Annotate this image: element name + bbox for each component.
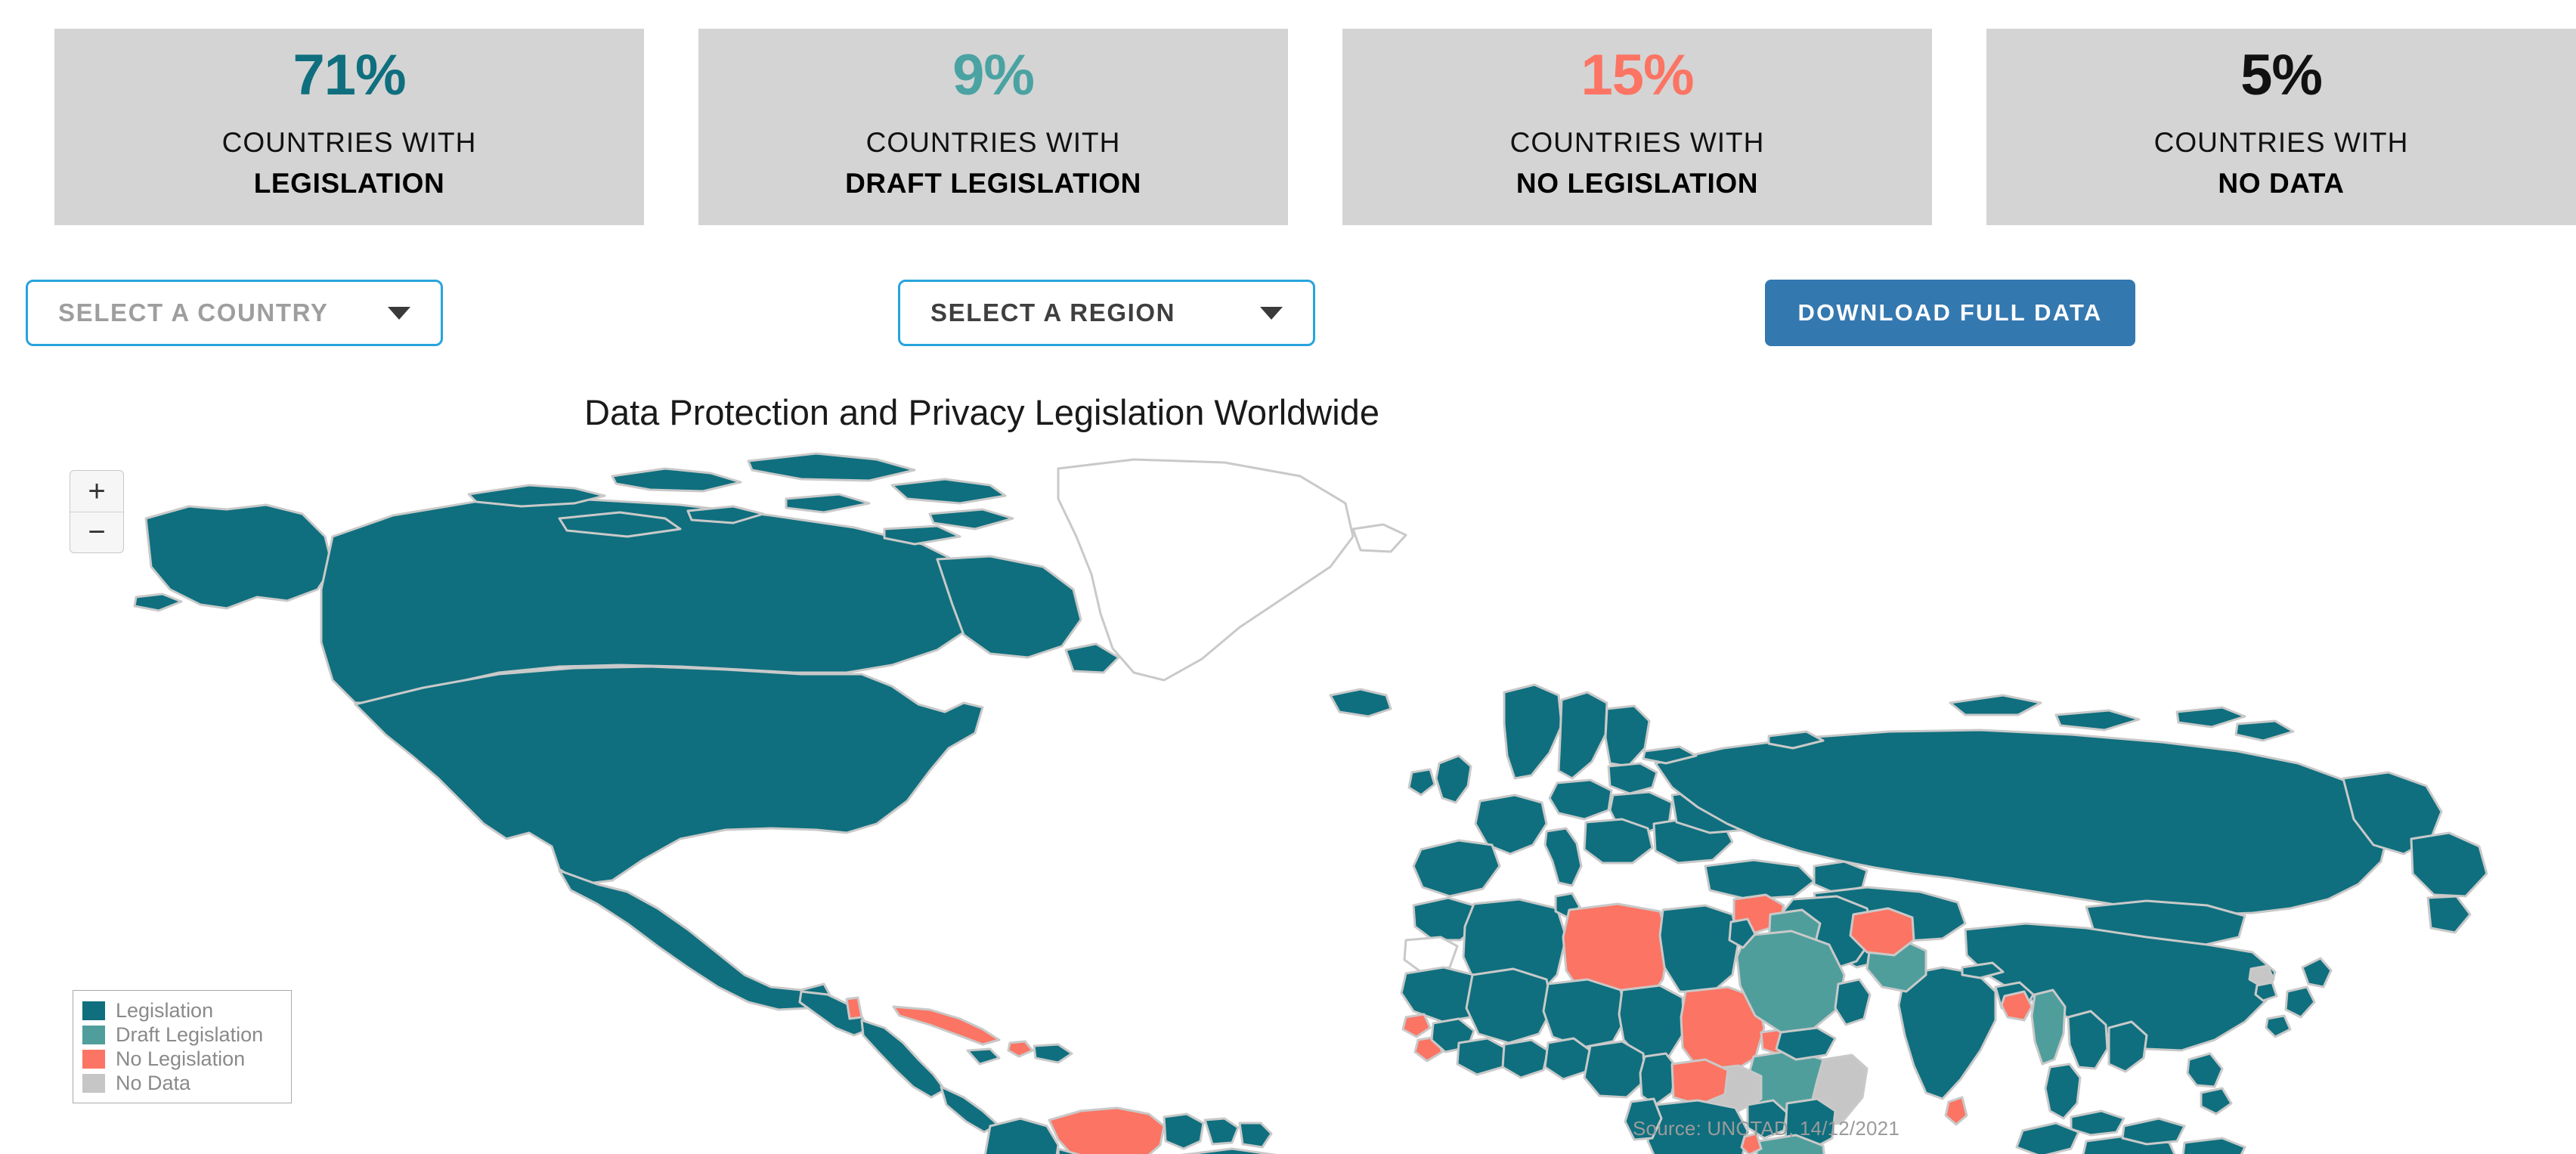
map-source-attribution: Source: UNCTAD, 14/12/2021 [1633,1117,1900,1140]
legend-label: Legislation [116,998,214,1022]
zoom-in-button[interactable]: + [70,471,123,512]
stat-line-2: DRAFT LEGISLATION [845,168,1141,199]
map-title: Data Protection and Privacy Legislation … [584,392,1379,432]
map-legend: Legislation Draft Legislation No Legisla… [73,990,292,1103]
chevron-down-icon [1260,306,1283,320]
stat-card-legislation: 71% COUNTRIES WITH LEGISLATION [54,29,644,225]
region-select[interactable]: SELECT A REGION [898,280,1315,346]
country-select-label: SELECT A COUNTRY [58,299,329,326]
stats-row: 71% COUNTRIES WITH LEGISLATION 9% COUNTR… [0,29,2576,225]
stat-line-2: NO LEGISLATION [1516,168,1759,199]
stat-percent: 71% [293,43,406,107]
map-zoom-controls[interactable]: + − [70,470,124,553]
stat-card-no-data: 5% COUNTRIES WITH NO DATA [1986,29,2576,225]
stat-line-1: COUNTRIES WITH [2153,127,2409,158]
stat-percent: 9% [952,43,1035,107]
region-select-label: SELECT A REGION [930,299,1176,326]
world-map-svg[interactable] [0,446,2576,1154]
legend-swatch-legislation [82,1001,105,1020]
country-select[interactable]: SELECT A COUNTRY [26,280,443,346]
legend-swatch-no-legislation [82,1049,105,1069]
zoom-out-button[interactable]: − [70,512,123,553]
legend-swatch-no-data [82,1073,105,1093]
stat-line-1: COUNTRIES WITH [221,127,477,158]
stat-card-no-legislation: 15% COUNTRIES WITH NO LEGISLATION [1342,29,1932,225]
stat-line-2: NO DATA [2218,168,2345,199]
chevron-down-icon [388,306,410,320]
legend-label: No Legislation [116,1047,246,1070]
stat-line-1: COUNTRIES WITH [865,127,1121,158]
world-map[interactable] [0,446,2576,1154]
legend-item: Legislation [82,998,282,1023]
controls-row: SELECT A COUNTRY SELECT A REGION DOWNLOA… [0,280,2576,363]
map-countries [133,452,2488,1154]
legend-label: No Data [116,1071,191,1094]
stat-line-1: COUNTRIES WITH [1509,127,1765,158]
stat-percent: 15% [1581,43,1694,107]
legend-item: Draft Legislation [82,1023,282,1047]
legend-item: No Legislation [82,1047,282,1071]
legend-item: No Data [82,1071,282,1095]
download-full-data-button[interactable]: DOWNLOAD FULL DATA [1765,280,2135,346]
stat-percent: 5% [2240,43,2323,107]
legend-swatch-draft [82,1025,105,1044]
legend-label: Draft Legislation [116,1023,264,1046]
stat-card-draft-legislation: 9% COUNTRIES WITH DRAFT LEGISLATION [698,29,1288,225]
stat-line-2: LEGISLATION [253,168,445,199]
